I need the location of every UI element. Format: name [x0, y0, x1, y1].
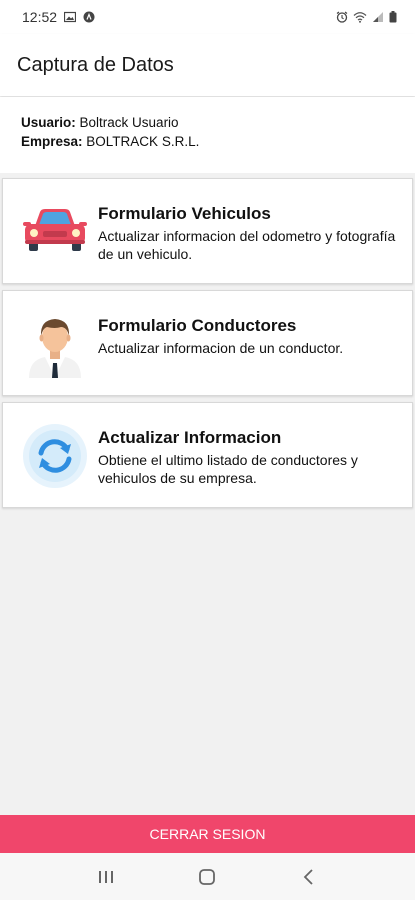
status-time: 12:52 [22, 9, 58, 25]
battery-icon [389, 11, 397, 23]
user-value: Boltrack Usuario [79, 115, 179, 130]
user-row: Usuario: Boltrack Usuario [21, 113, 415, 132]
home-button[interactable] [187, 862, 227, 892]
car-icon [23, 209, 87, 251]
recent-apps-button[interactable] [86, 862, 126, 892]
refresh-icon [23, 424, 87, 488]
user-label: Usuario: [21, 115, 76, 130]
nav-bar [0, 853, 415, 900]
logout-button[interactable]: CERRAR SESION [0, 815, 415, 853]
back-button[interactable] [289, 862, 329, 892]
status-right [336, 11, 397, 23]
company-label: Empresa: [21, 134, 83, 149]
card-actualizar-informacion[interactable]: Actualizar Informacion Obtiene el ultimo… [2, 402, 413, 508]
card-title: Formulario Conductores [98, 316, 297, 335]
company-value: BOLTRACK S.R.L. [86, 134, 200, 149]
card-formulario-conductores[interactable]: Formulario Conductores Actualizar inform… [2, 290, 413, 396]
card-description: Actualizar informacion de un conductor. [98, 340, 344, 356]
alarm-icon [336, 11, 348, 23]
card-title: Formulario Vehiculos [98, 204, 271, 223]
app-notification-icon [83, 11, 95, 23]
card-description: Actualizar informacion del odometro y fo… [98, 228, 396, 262]
status-bar: 12:52 [0, 0, 415, 34]
company-row: Empresa: BOLTRACK S.R.L. [21, 132, 415, 151]
signal-icon [373, 12, 383, 22]
page-title: Captura de Datos [17, 53, 174, 76]
card-text: Formulario Conductores Actualizar inform… [98, 315, 398, 357]
driver-avatar-icon [29, 319, 81, 378]
card-formulario-vehiculos[interactable]: Formulario Vehiculos Actualizar informac… [2, 178, 413, 284]
home-icon [199, 868, 216, 885]
card-title: Actualizar Informacion [98, 428, 282, 447]
card-text: Actualizar Informacion Obtiene el ultimo… [98, 427, 398, 487]
recent-apps-icon [98, 870, 113, 883]
card-text: Formulario Vehiculos Actualizar informac… [98, 203, 398, 263]
gallery-icon [64, 11, 77, 23]
user-info-panel: Usuario: Boltrack Usuario Empresa: BOLTR… [0, 97, 415, 173]
app-bar: Captura de Datos [0, 34, 415, 96]
status-left: 12:52 [22, 9, 95, 25]
wifi-icon [353, 12, 367, 23]
back-icon [303, 868, 313, 885]
card-description: Obtiene el ultimo listado de conductores… [98, 452, 358, 486]
